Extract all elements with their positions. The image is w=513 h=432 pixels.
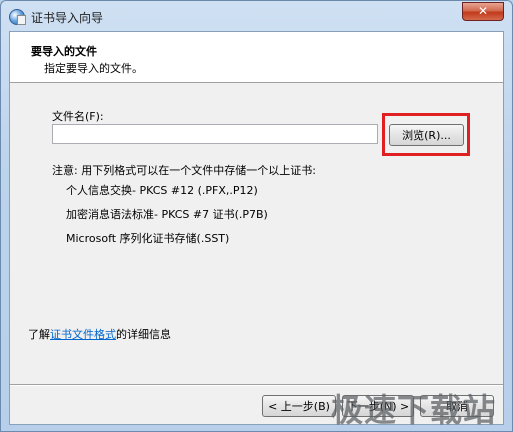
back-button[interactable]: < 上一步(B) xyxy=(262,395,336,417)
title-bar[interactable]: 证书导入向导 ✕ xyxy=(1,1,512,31)
window-title: 证书导入向导 xyxy=(31,11,104,25)
file-name-input[interactable] xyxy=(52,124,378,144)
more-info-prefix: 了解 xyxy=(28,328,50,341)
file-name-label: 文件名(F): xyxy=(52,110,104,123)
cert-file-format-link[interactable]: 证书文件格式 xyxy=(50,328,116,341)
more-info-suffix: 的详细信息 xyxy=(116,328,171,341)
wizard-header: 要导入的文件 指定要导入的文件。 xyxy=(10,32,503,83)
format-item-sst: Microsoft 序列化证书存储(.SST) xyxy=(66,232,230,245)
browse-button[interactable]: 浏览(R)... xyxy=(389,124,464,146)
format-note: 注意: 用下列格式可以在一个文件中存储一个以上证书: xyxy=(52,164,316,177)
format-item-pfx: 个人信息交换- PKCS #12 (.PFX,.P12) xyxy=(66,184,258,197)
certificate-import-wizard-window: 证书导入向导 ✕ 要导入的文件 指定要导入的文件。 文件名(F): 浏览(R).… xyxy=(0,0,513,432)
close-button[interactable]: ✕ xyxy=(462,2,504,21)
page-subtitle: 指定要导入的文件。 xyxy=(44,62,143,75)
format-list: 个人信息交换- PKCS #12 (.PFX,.P12) 加密消息语法标准- P… xyxy=(66,184,268,256)
certificate-icon xyxy=(9,9,26,25)
page-title: 要导入的文件 xyxy=(31,45,97,58)
format-item-p7b: 加密消息语法标准- PKCS #7 证书(.P7B) xyxy=(66,208,268,221)
watermark-text: 极速下载站 xyxy=(331,391,497,429)
wizard-client-area: 要导入的文件 指定要导入的文件。 文件名(F): 浏览(R)... 注意: 用下… xyxy=(9,31,504,425)
more-info-text: 了解证书文件格式的详细信息 xyxy=(28,326,171,342)
